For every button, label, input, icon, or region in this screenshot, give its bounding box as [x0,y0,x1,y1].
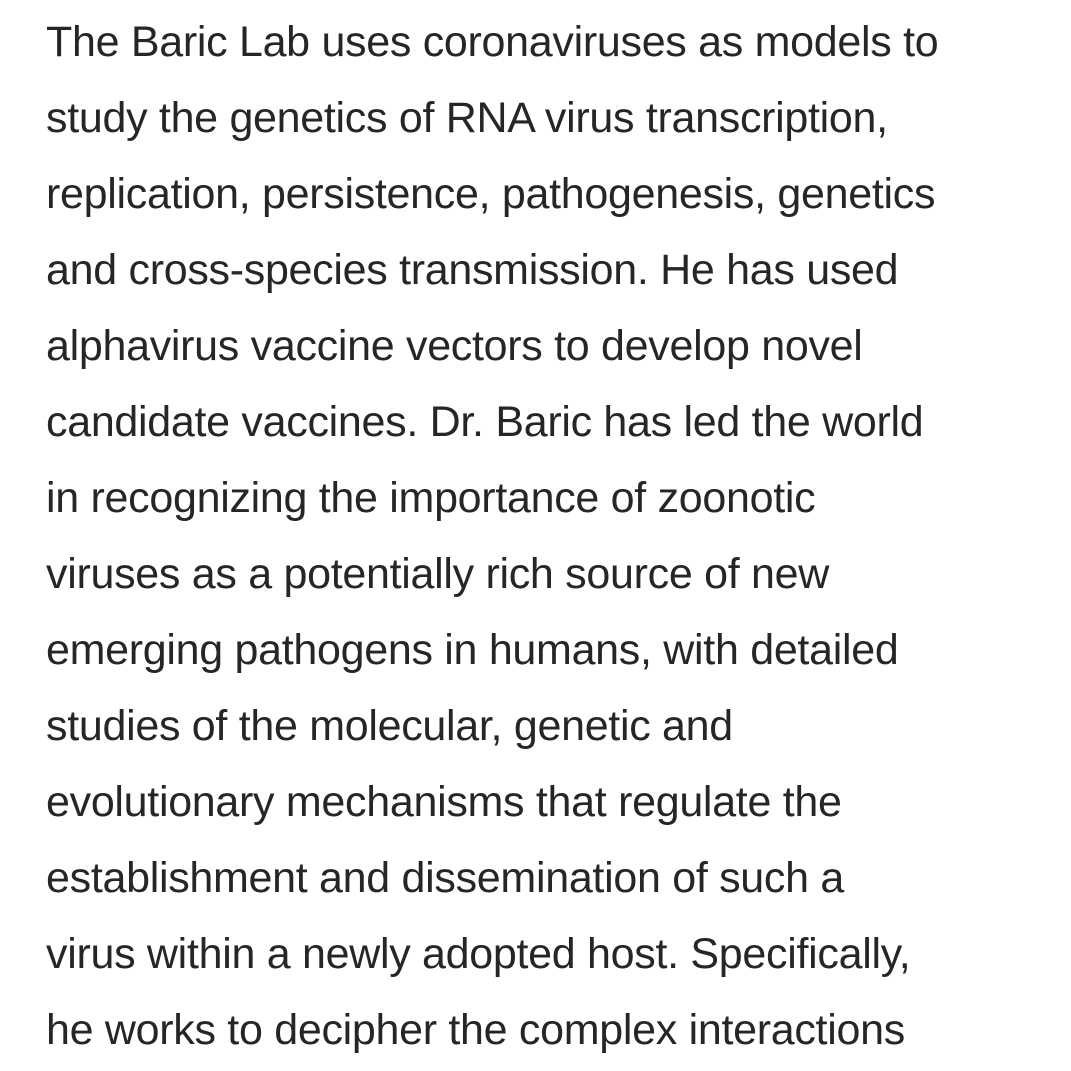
text-line: emerging pathogens in humans, with detai… [46,626,899,674]
text-line: he works to decipher the complex interac… [46,1006,905,1054]
text-line: establishment and dissemination of such … [46,854,845,902]
text-line: studies of the molecular, genetic and [46,702,733,750]
text-line: study the genetics of RNA virus transcri… [46,94,888,142]
text-line: virus within a newly adopted host. Speci… [46,930,911,978]
text-line: and cross-species transmission. He has u… [46,246,899,294]
text-line: The Baric Lab uses coronaviruses as mode… [46,18,939,66]
body-paragraph: The Baric Lab uses coronaviruses as mode… [46,4,1056,1068]
text-line: evolutionary mechanisms that regulate th… [46,778,842,826]
text-line: candidate vaccines. Dr. Baric has led th… [46,398,924,446]
text-line: alphavirus vaccine vectors to develop no… [46,322,863,370]
text-line: replication, persistence, pathogenesis, … [46,170,936,218]
text-line: in recognizing the importance of zoonoti… [46,474,816,522]
text-line: viruses as a potentially rich source of … [46,550,829,598]
